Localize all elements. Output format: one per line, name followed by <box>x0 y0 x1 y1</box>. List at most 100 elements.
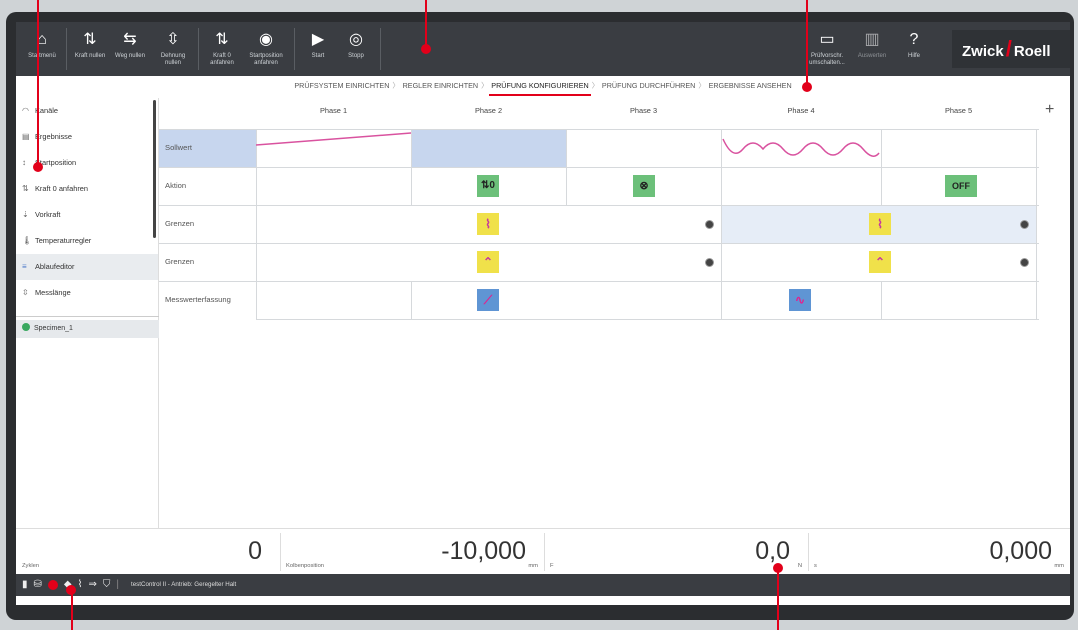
setpoint-sine-graph <box>722 138 880 157</box>
row-label-data-acquisition: Messwerterfassung <box>165 295 231 304</box>
toolbar-divider <box>66 28 67 70</box>
status-dot-icon <box>22 323 30 331</box>
toolbar-switch-procedure-button[interactable]: ▭ Prüfvorschr. umschalten... <box>806 22 848 76</box>
zero-force-action-icon[interactable]: ⇅0 <box>477 175 499 197</box>
limit-peak-icon[interactable]: ⌃ <box>869 251 891 273</box>
piston-position-display: Kolbenposition -10,000 mm <box>286 537 538 569</box>
screen: ⌂ Startmenü ⇅ Kraft nullen ⇆ Weg nullen ⇳ De… <box>16 22 1070 605</box>
limit-connector-icon[interactable] <box>1020 258 1029 267</box>
step-configure-test[interactable]: PRÜFUNG KONFIGURIEREN <box>489 78 591 96</box>
stop-icon: ◎ <box>349 31 363 48</box>
toolbar-start-position-button[interactable]: ◉ Startposition anfahren <box>244 22 288 76</box>
callout-line <box>37 0 39 166</box>
preload-icon: ⇣ <box>22 210 29 219</box>
grid-line <box>881 129 882 205</box>
callout-dot <box>773 563 783 573</box>
limit-connector-icon[interactable] <box>705 220 714 229</box>
gauge-length-icon: ⇳ <box>22 288 29 297</box>
grid-line <box>1036 129 1037 319</box>
sidebar-scrollbar[interactable] <box>153 100 156 238</box>
toolbar-divider <box>380 28 381 70</box>
acquisition-ramp-icon[interactable]: ⟋ <box>477 289 499 311</box>
home-icon: ⌂ <box>37 31 47 48</box>
sequence-editor-grid: Phase 1 Phase 2 Phase 3 Phase 4 Phase 5 … <box>159 98 1070 328</box>
setpoint-ramp-graph <box>256 132 411 146</box>
limit-connector-icon[interactable] <box>1020 220 1029 229</box>
row-label-limits: Grenzen <box>165 219 195 228</box>
toolbar-stop-button[interactable]: ◎ Stopp <box>340 22 372 76</box>
force-zero-icon: ⇅ <box>83 31 97 48</box>
gauge-icon: ◠ <box>22 106 29 115</box>
phase-header-5: Phase 5 <box>944 106 973 115</box>
approach-force-icon: ⇅ <box>22 184 29 193</box>
callout-dot <box>66 585 76 595</box>
row-label-limits-2: Grenzen <box>165 257 195 266</box>
valve-action-icon[interactable]: ⊗ <box>633 175 655 197</box>
machine-status-bar: ▮ ⛁ ◆ ⌇ ⇒ ⛉ | testControl II - Antrieb: Geregel… <box>16 574 1070 596</box>
arrow-right-icon[interactable]: ⇒ <box>89 574 97 596</box>
status-bar: Zyklen 0 Kolbenposition -10,000 mm F 0,0 N s0… <box>16 528 1070 574</box>
toolbar-help-button[interactable]: ? Hilfe <box>896 22 932 76</box>
limit-icon[interactable]: ⌇ <box>78 574 83 596</box>
sidebar-item-preload[interactable]: ⇣ Vorkraft <box>16 202 158 228</box>
phase-header-2: Phase 2 <box>474 106 503 115</box>
toolbar-approach-force-button[interactable]: ⇅ Kraft 0 anfahren <box>204 22 240 76</box>
step-setup-controller[interactable]: REGLER EINRICHTEN <box>401 76 480 96</box>
grid-line <box>411 281 412 319</box>
panel-icon[interactable]: ▮ <box>22 574 28 596</box>
force-display: F 0,0 N <box>550 537 802 569</box>
setpoint-cell-phase2[interactable] <box>411 129 566 167</box>
callout-line <box>425 0 427 48</box>
toolbar-travel-zero-button[interactable]: ⇆ Weg nullen <box>112 22 148 76</box>
limit-trigger-icon[interactable]: ⌇ <box>869 213 891 235</box>
grid-line <box>159 243 1039 244</box>
folder-icon: ▭ <box>819 31 835 48</box>
phase-header-3: Phase 3 <box>629 106 658 115</box>
step-run-test[interactable]: PRÜFUNG DURCHFÜHREN <box>600 76 697 96</box>
limit-trigger-icon[interactable]: ⌇ <box>477 213 499 235</box>
callout-line <box>71 592 73 630</box>
database-icon[interactable]: ⛁ <box>34 574 42 596</box>
toolbar-evaluate-button[interactable]: ▥ Auswerten <box>852 22 892 76</box>
sidebar-item-temperature[interactable]: 🌡 Temperaturregler <box>16 228 158 254</box>
thermometer-icon: 🌡 <box>22 236 33 245</box>
grid-line <box>159 281 1039 282</box>
toolbar-divider <box>294 28 295 70</box>
off-action-icon[interactable]: OFF <box>945 175 977 197</box>
toolbar-force-zero-button[interactable]: ⇅ Kraft nullen <box>72 22 108 76</box>
acquisition-wave-icon[interactable]: ∿ <box>789 289 811 311</box>
help-icon: ? <box>909 31 919 48</box>
sidebar-item-sequence-editor[interactable]: ≡ Ablaufeditor <box>16 254 158 280</box>
add-phase-button[interactable]: + <box>1045 100 1054 120</box>
clamp-icon[interactable]: ⛉ <box>103 574 111 596</box>
phase-header-1: Phase 1 <box>319 106 348 115</box>
callout-dot <box>421 44 431 54</box>
results-icon: ▤ <box>22 132 30 141</box>
callout-dot <box>33 162 43 172</box>
toolbar-divider <box>198 28 199 70</box>
device-frame: ⌂ Startmenü ⇅ Kraft nullen ⇆ Weg nullen ⇳ De… <box>0 0 1078 630</box>
sidebar-item-approach-force[interactable]: ⇅ Kraft 0 anfahren <box>16 176 158 202</box>
start-icon: ▶ <box>311 31 325 48</box>
step-setup-system[interactable]: PRÜFSYSTEM EINRICHTEN <box>292 76 391 96</box>
callout-line <box>806 0 808 86</box>
grid-line <box>256 319 1039 320</box>
toolbar-home-button[interactable]: ⌂ Startmenü <box>22 22 62 76</box>
grid-line <box>566 129 567 205</box>
step-view-results[interactable]: ERGEBNISSE ANSEHEN <box>707 76 794 96</box>
workflow-breadcrumb: PRÜFSYSTEM EINRICHTEN 〉 REGLER EINRICHTEN 〉… <box>16 76 1070 96</box>
toolbar-strain-zero-button[interactable]: ⇳ Dehnung nullen <box>152 22 194 76</box>
sidebar-item-gauge-length[interactable]: ⇳ Messlänge <box>16 280 158 306</box>
drive-status-text: testControl II - Antrieb: Geregelter Hal… <box>131 581 237 588</box>
cycles-display: Zyklen 0 <box>22 537 262 569</box>
grid-line <box>881 281 882 319</box>
limit-peak-icon[interactable]: ⌃ <box>477 251 499 273</box>
limit-connector-icon[interactable] <box>705 258 714 267</box>
toolbar-start-button[interactable]: ▶ Start <box>302 22 334 76</box>
record-icon[interactable] <box>47 580 58 590</box>
callout-dot <box>802 82 812 92</box>
specimen-item[interactable]: Specimen_1 <box>16 320 159 338</box>
sidebar-divider <box>16 316 159 317</box>
start-position-icon: ◉ <box>259 31 273 48</box>
travel-zero-icon: ⇆ <box>123 31 137 48</box>
